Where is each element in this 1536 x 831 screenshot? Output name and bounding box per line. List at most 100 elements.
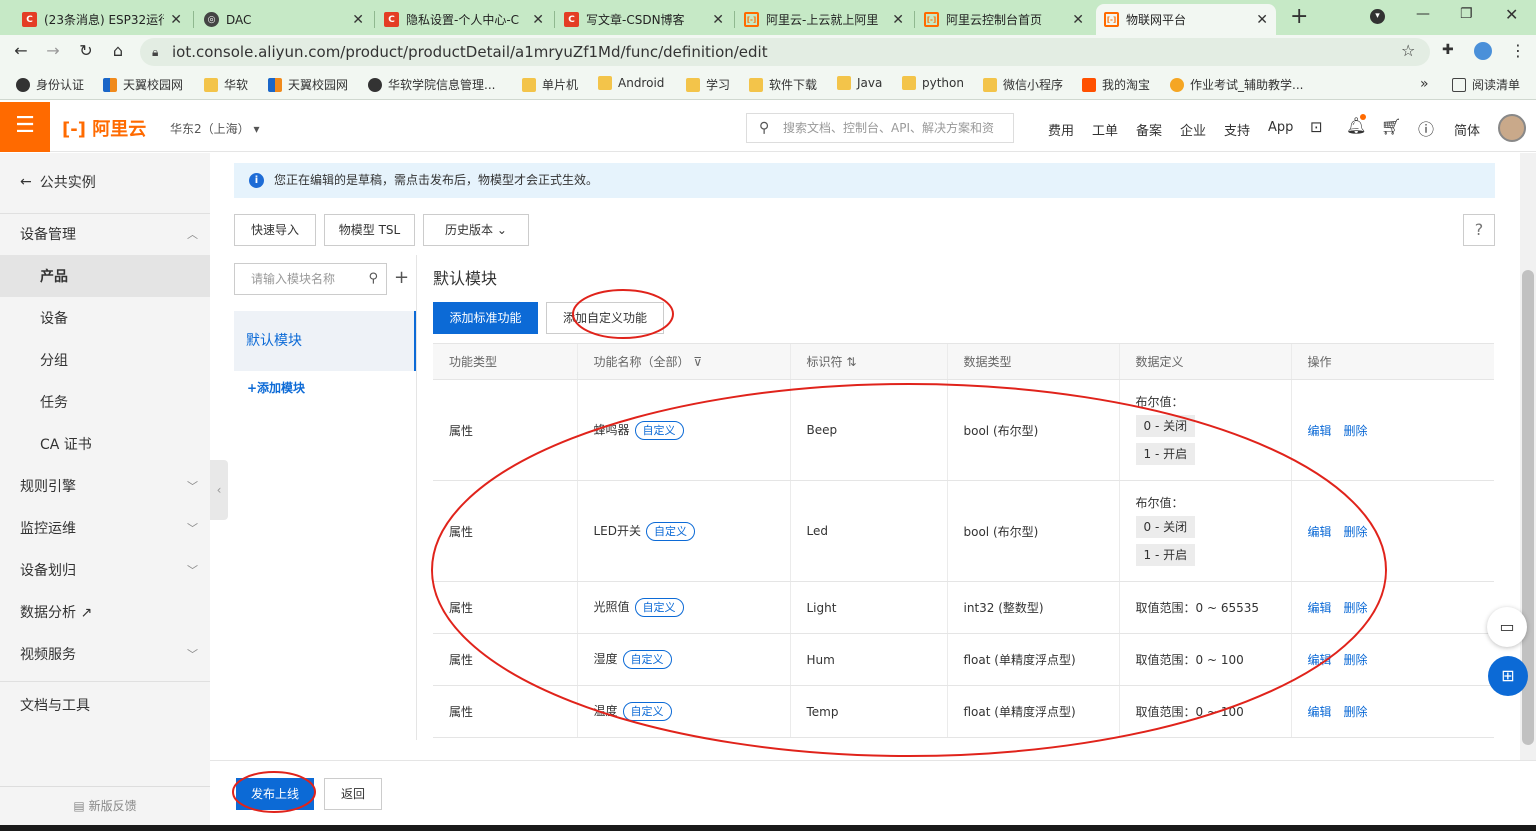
- close-icon[interactable]: ✕: [712, 12, 724, 28]
- bookmark[interactable]: 天翼校园网: [103, 76, 183, 93]
- close-icon[interactable]: ✕: [170, 12, 182, 28]
- bookmark[interactable]: 身份认证: [16, 76, 84, 93]
- home-icon[interactable]: ⌂: [107, 41, 129, 60]
- edit-link[interactable]: 编辑: [1308, 424, 1332, 438]
- sidebar-item-group[interactable]: 分组: [0, 339, 210, 381]
- sidebar-back-link[interactable]: ← 公共实例: [0, 161, 210, 203]
- close-icon[interactable]: ✕: [532, 12, 544, 28]
- edit-link[interactable]: 编辑: [1308, 653, 1332, 667]
- header-link-icp[interactable]: 备案: [1136, 120, 1162, 139]
- bookmark[interactable]: 华软: [204, 76, 248, 93]
- back-arrow-icon[interactable]: ←: [10, 41, 32, 60]
- sidebar-item-video[interactable]: 视频服务 ﹀: [0, 633, 210, 675]
- forward-arrow-icon[interactable]: →: [42, 41, 64, 60]
- col-header-name[interactable]: 功能名称（全部） ⊽: [576, 343, 790, 380]
- back-button[interactable]: 返回: [324, 778, 382, 810]
- sort-icon[interactable]: ⇅: [846, 355, 856, 369]
- add-module-plus-icon[interactable]: +: [394, 267, 409, 288]
- hamburger-menu-icon[interactable]: ☰: [0, 102, 50, 152]
- help-question-icon[interactable]: ?: [1463, 214, 1495, 246]
- browser-tab[interactable]: [-] 阿里云控制台首页 ✕: [916, 4, 1092, 35]
- bookmark[interactable]: 学习: [686, 76, 730, 93]
- bookmark[interactable]: 微信小程序: [983, 76, 1063, 93]
- help-circle-icon[interactable]: ⓘ: [1418, 116, 1434, 140]
- menu-dots-icon[interactable]: ⋮: [1510, 41, 1526, 60]
- close-icon[interactable]: ✕: [1072, 12, 1084, 28]
- bookmark[interactable]: 我的淘宝: [1082, 76, 1150, 93]
- app-grid-icon[interactable]: ⊞: [1488, 656, 1528, 696]
- aliyun-logo[interactable]: [-] 阿里云: [62, 115, 146, 141]
- restore-icon[interactable]: ❐: [1460, 6, 1473, 22]
- bookmark[interactable]: Android: [598, 76, 664, 90]
- sidebar-item-data-analysis[interactable]: 数据分析 ↗: [0, 591, 210, 633]
- minimize-icon[interactable]: —: [1416, 6, 1430, 22]
- browser-tab[interactable]: [-] 阿里云-上云就上阿里 ✕: [736, 4, 912, 35]
- tsl-button[interactable]: 物模型 TSL: [324, 214, 415, 246]
- browser-tab[interactable]: C 写文章-CSDN博客 ✕: [556, 4, 732, 35]
- console-search-input[interactable]: ⚲ 搜索文档、控制台、API、解决方案和资: [746, 113, 1014, 143]
- quick-import-button[interactable]: 快速导入: [234, 214, 316, 246]
- bookmark[interactable]: 作业考试_辅助教学...: [1170, 76, 1303, 93]
- bookmark[interactable]: 软件下载: [749, 76, 817, 93]
- delete-link[interactable]: 删除: [1344, 424, 1368, 438]
- sidebar-item-device-transfer[interactable]: 设备划归 ﹀: [0, 549, 210, 591]
- module-search-input[interactable]: 请输入模块名称 ⚲: [234, 263, 387, 295]
- terminal-icon[interactable]: ⊡: [1310, 118, 1323, 136]
- close-icon[interactable]: ✕: [1256, 12, 1268, 28]
- browser-tab[interactable]: C 隐私设置-个人中心-C ✕: [376, 4, 552, 35]
- bookmark[interactable]: 单片机: [522, 76, 578, 93]
- delete-link[interactable]: 删除: [1344, 705, 1368, 719]
- bookmark[interactable]: Java: [837, 76, 882, 90]
- close-icon[interactable]: ✕: [352, 12, 364, 28]
- feedback-link[interactable]: ▤ 新版反馈: [0, 786, 210, 825]
- delete-link[interactable]: 删除: [1344, 525, 1368, 539]
- tab-search-icon[interactable]: ▾: [1370, 9, 1385, 24]
- sidebar-item-monitoring[interactable]: 监控运维 ﹀: [0, 507, 210, 549]
- reload-icon[interactable]: ↻: [75, 41, 97, 60]
- add-module-link[interactable]: +添加模块: [247, 379, 305, 396]
- chat-icon[interactable]: ▭: [1487, 607, 1527, 647]
- extensions-icon[interactable]: ✚: [1442, 42, 1454, 58]
- url-bar[interactable]: 🔒︎ iot.console.aliyun.com/product/produc…: [140, 38, 1430, 66]
- header-link-ticket[interactable]: 工单: [1092, 120, 1118, 139]
- cart-icon[interactable]: 🛒︎: [1381, 117, 1401, 136]
- edit-link[interactable]: 编辑: [1308, 601, 1332, 615]
- star-icon[interactable]: ☆: [1401, 41, 1415, 60]
- avatar[interactable]: [1498, 114, 1526, 142]
- header-link-enterprise[interactable]: 企业: [1180, 120, 1206, 139]
- bookmark[interactable]: python: [902, 76, 964, 90]
- filter-icon[interactable]: ⊽: [693, 355, 702, 369]
- browser-tab[interactable]: ◎ DAC ✕: [196, 4, 372, 35]
- header-link-support[interactable]: 支持: [1224, 120, 1250, 139]
- language-switch[interactable]: 简体: [1454, 120, 1480, 139]
- publish-button[interactable]: 发布上线: [236, 778, 314, 810]
- browser-tab-active[interactable]: [-] 物联网平台 ✕: [1096, 4, 1276, 35]
- header-link-fee[interactable]: 费用: [1048, 120, 1074, 139]
- window-close-icon[interactable]: ✕: [1505, 5, 1518, 24]
- add-custom-function-button[interactable]: 添加自定义功能: [546, 302, 664, 334]
- bookmark[interactable]: 天翼校园网: [268, 76, 348, 93]
- col-header-identifier[interactable]: 标识符 ⇅: [789, 343, 947, 380]
- sidebar-item-device[interactable]: 设备: [0, 297, 210, 339]
- bookmark[interactable]: 华软学院信息管理...: [368, 76, 495, 93]
- delete-link[interactable]: 删除: [1344, 653, 1368, 667]
- profile-icon[interactable]: [1474, 42, 1492, 60]
- add-standard-function-button[interactable]: 添加标准功能: [433, 302, 538, 334]
- browser-tab[interactable]: C (23条消息) ESP32运行 ✕: [14, 4, 190, 35]
- new-tab-icon[interactable]: +: [1290, 4, 1308, 29]
- header-link-app[interactable]: App: [1268, 120, 1293, 135]
- delete-link[interactable]: 删除: [1344, 601, 1368, 615]
- close-icon[interactable]: ✕: [892, 12, 904, 28]
- module-item-default[interactable]: 默认模块: [234, 311, 416, 371]
- sidebar-item-docs[interactable]: 文档与工具: [0, 684, 210, 726]
- reading-list[interactable]: 阅读清单: [1452, 76, 1520, 93]
- history-version-dropdown[interactable]: 历史版本 ⌄: [423, 214, 529, 246]
- sidebar-item-ca[interactable]: CA 证书: [0, 423, 210, 465]
- region-selector[interactable]: 华东2（上海） ▾: [170, 120, 260, 137]
- sidebar-item-product[interactable]: 产品: [0, 255, 210, 297]
- edit-link[interactable]: 编辑: [1308, 525, 1332, 539]
- sidebar-item-device-management[interactable]: 设备管理 ︿: [0, 213, 210, 255]
- sidebar-collapse-handle[interactable]: ‹: [210, 460, 228, 520]
- sidebar-item-rules[interactable]: 规则引擎 ﹀: [0, 465, 210, 507]
- edit-link[interactable]: 编辑: [1308, 705, 1332, 719]
